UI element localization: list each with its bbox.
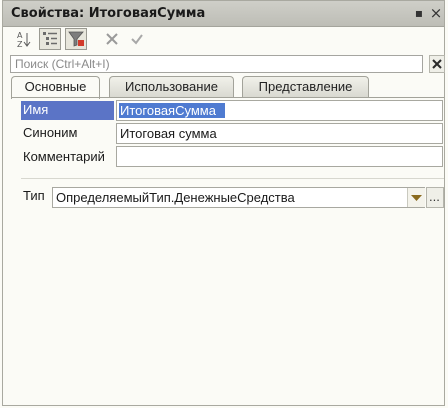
title-bar: Свойства: ИтоговаяСумма ▪ ×: [3, 1, 444, 27]
comment-field[interactable]: [117, 147, 442, 166]
ellipsis-label: ...: [429, 189, 440, 204]
comment-label: Комментарий: [23, 149, 105, 164]
tab-usage[interactable]: Использование: [109, 76, 234, 97]
search-input[interactable]: [11, 56, 422, 72]
tab-presentation[interactable]: Представление: [242, 76, 369, 97]
chevron-down-icon[interactable]: [407, 188, 425, 207]
name-field-box: [116, 100, 443, 121]
name-label: Имя: [23, 102, 49, 117]
tab-divider: [11, 97, 444, 98]
pin-icon[interactable]: ▪: [411, 4, 427, 22]
toolbar: A Z: [3, 27, 444, 52]
close-icon[interactable]: ×: [428, 4, 444, 22]
cancel-icon[interactable]: [101, 28, 123, 50]
comment-field-box: [116, 146, 443, 167]
apply-checkmark-icon[interactable]: [126, 28, 148, 50]
categories-icon[interactable]: [39, 28, 61, 50]
type-field[interactable]: [53, 188, 407, 207]
name-field[interactable]: [117, 101, 442, 120]
synonym-field[interactable]: [117, 124, 442, 143]
synonym-label: Синоним: [23, 125, 78, 140]
svg-text:Z: Z: [17, 40, 23, 49]
svg-text:A: A: [17, 31, 23, 40]
tab-main[interactable]: Основные: [11, 76, 100, 99]
window-title: Свойства: ИтоговаяСумма: [11, 6, 206, 21]
type-label: Тип: [23, 188, 45, 203]
type-field-box: [52, 187, 425, 208]
clear-search-icon[interactable]: [429, 55, 445, 73]
tab-bar: Основные Использование Представление: [11, 76, 444, 99]
choose-type-button[interactable]: ...: [426, 187, 444, 208]
synonym-field-box: [116, 123, 443, 144]
filter-icon[interactable]: [65, 28, 87, 50]
search-box: [10, 55, 423, 73]
properties-panel: Свойства: ИтоговаяСумма ▪ × A Z Поиск (C…: [2, 0, 445, 406]
sort-az-icon[interactable]: A Z: [13, 28, 35, 50]
section-separator: [21, 178, 444, 179]
